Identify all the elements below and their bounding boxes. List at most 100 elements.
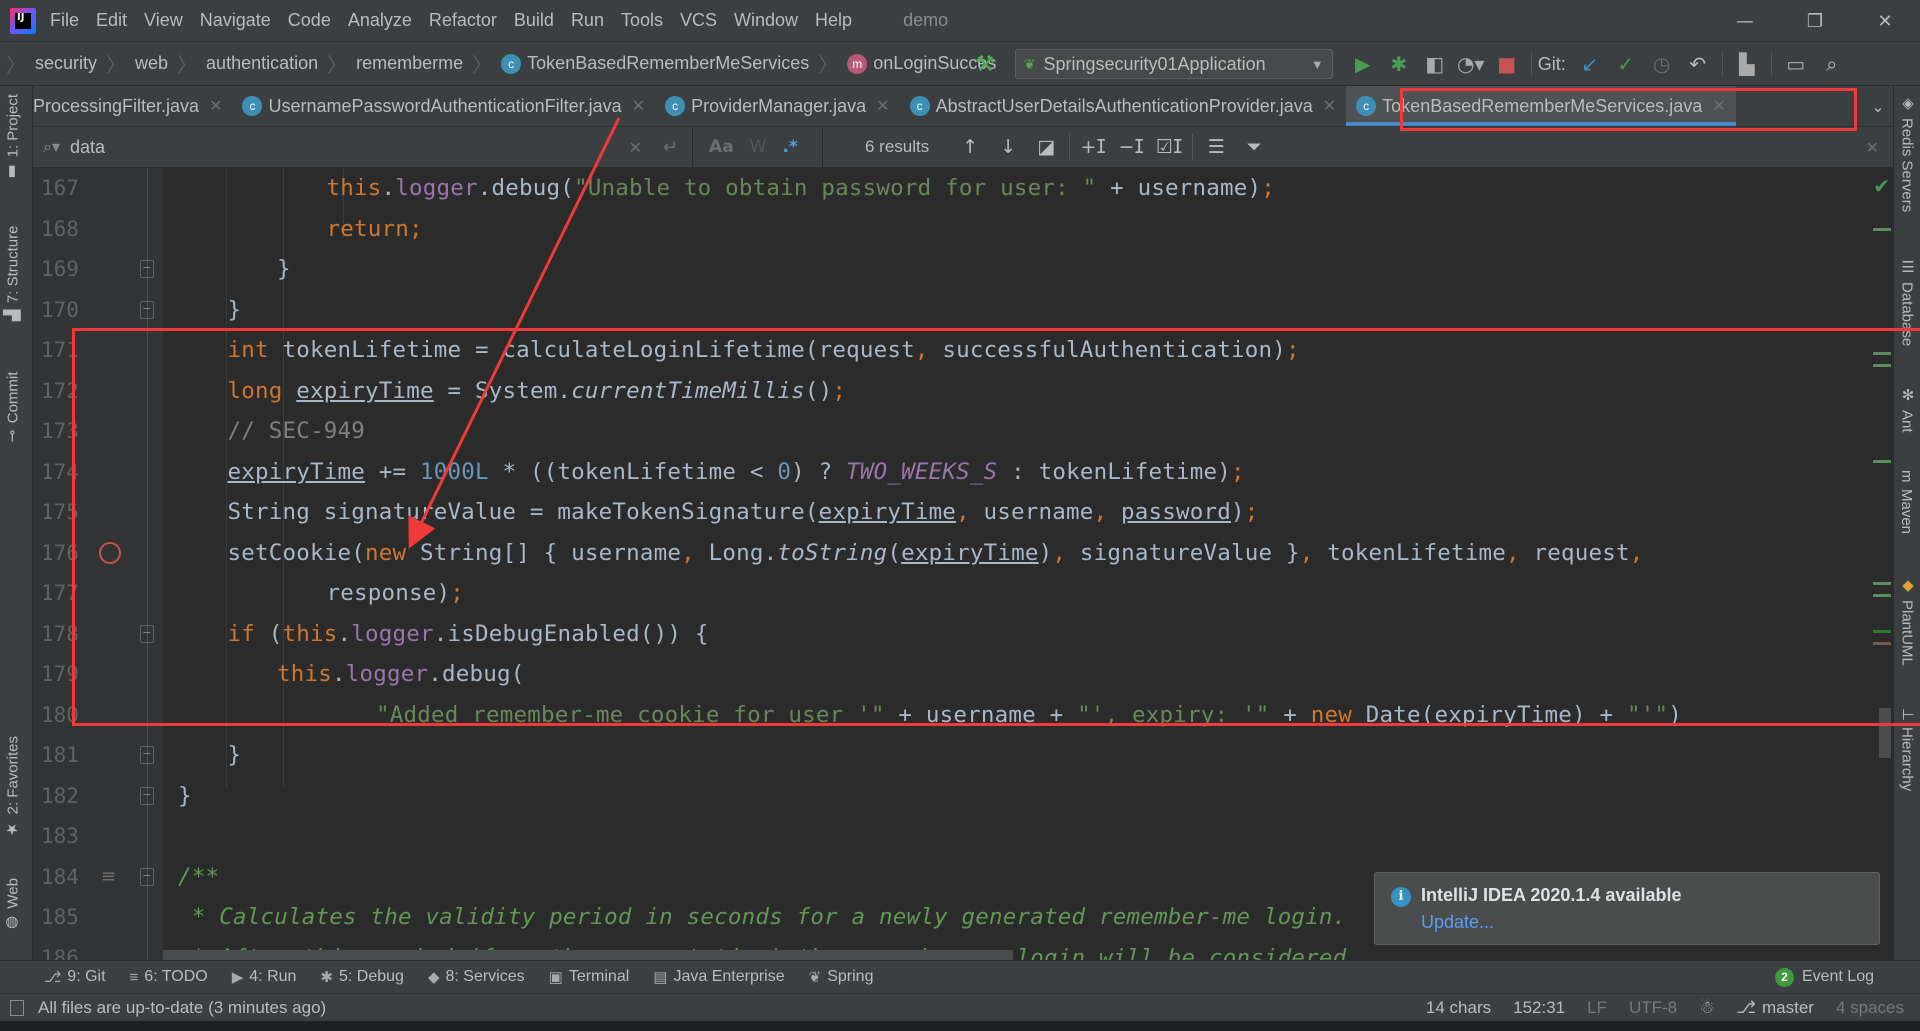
debug-icon[interactable]: ✱	[1381, 52, 1417, 76]
code-line[interactable]: 178 − if (this.logger.isDebugEnabled()) {	[33, 614, 1893, 655]
toggle-occurrence-icon[interactable]: ☑ⵊ	[1150, 136, 1188, 158]
search-everywhere-icon[interactable]: ⌕	[1814, 52, 1850, 76]
git-update-icon[interactable]: ↙	[1572, 52, 1608, 76]
editor-tab[interactable]: c TokenBasedRememberMeServices.java ✕	[1346, 86, 1736, 126]
code-editor[interactable]: 167 this.logger.debug("Unable to obtain p…	[33, 168, 1893, 960]
menu-code[interactable]: Code	[288, 10, 331, 31]
build-hammer-icon[interactable]: ⚒	[975, 52, 995, 77]
line-number[interactable]: 179	[41, 662, 81, 686]
tool-commit[interactable]: ⊸ Commit	[4, 372, 22, 442]
minimize-button[interactable]: —	[1710, 0, 1780, 42]
code-line[interactable]: 175 String signatureValue = makeTokenSign…	[33, 492, 1893, 533]
change-marker[interactable]	[1873, 594, 1891, 597]
line-number[interactable]: 174	[41, 460, 81, 484]
run-with-coverage-icon[interactable]: ◧	[1417, 52, 1453, 76]
breadcrumb-item[interactable]: rememberme	[356, 53, 463, 74]
breadcrumb-item[interactable]: authentication	[206, 53, 318, 74]
close-tab-icon[interactable]: ✕	[876, 96, 889, 116]
tool-structure[interactable]: ▟ 7: Structure	[4, 226, 22, 321]
menu-vcs[interactable]: VCS	[680, 10, 717, 31]
previous-occurrence-icon[interactable]: ↑	[951, 136, 989, 158]
tool-window-java-enterprise[interactable]: ▤ Java Enterprise	[653, 968, 784, 986]
tool-project[interactable]: ▮ 1: Project	[4, 94, 22, 181]
menu-view[interactable]: View	[144, 10, 183, 31]
stop-icon[interactable]: ■	[1489, 52, 1525, 76]
editor-tab[interactable]: c AbstractUserDetailsAuthenticationProvid…	[899, 86, 1347, 126]
fold-toggle-icon[interactable]: −	[140, 746, 154, 765]
line-number[interactable]: 167	[41, 176, 81, 200]
change-marker[interactable]	[1873, 582, 1891, 585]
close-tab-icon[interactable]: ✕	[1712, 96, 1725, 116]
line-number[interactable]: 180	[41, 703, 81, 727]
remove-occurrence-icon[interactable]: −ⵊ	[1112, 136, 1150, 158]
editor-tab[interactable]: c ProviderManager.java ✕	[655, 86, 900, 126]
code-line[interactable]: 167 this.logger.debug("Unable to obtain p…	[33, 168, 1893, 209]
line-number[interactable]: 184	[41, 865, 81, 889]
line-number[interactable]: 175	[41, 500, 81, 524]
code-line[interactable]: 174 expiryTime += 1000L * ((tokenLifetime…	[33, 452, 1893, 493]
close-find-icon[interactable]: ✕	[1866, 138, 1879, 157]
line-number[interactable]: 186	[41, 946, 81, 960]
breadcrumb-item[interactable]: web	[135, 53, 168, 74]
menu-refactor[interactable]: Refactor	[429, 10, 497, 31]
update-link[interactable]: Update...	[1421, 912, 1494, 933]
fold-toggle-icon[interactable]: −	[140, 624, 154, 643]
git-rollback-icon[interactable]: ↶	[1680, 52, 1716, 76]
change-marker[interactable]	[1873, 352, 1891, 355]
line-number[interactable]: 177	[41, 581, 81, 605]
close-button[interactable]: ✕	[1850, 0, 1920, 42]
restore-button[interactable]: ❐	[1780, 0, 1850, 42]
select-all-occurrences-icon[interactable]: ◪	[1027, 136, 1065, 158]
fold-toggle-icon[interactable]: −	[140, 786, 154, 805]
change-marker[interactable]	[1873, 630, 1891, 633]
close-tab-icon[interactable]: ✕	[1323, 96, 1336, 116]
fold-toggle-icon[interactable]: −	[140, 260, 154, 279]
tool-window-debug[interactable]: ✱ 5: Debug	[320, 968, 404, 986]
project-structure-icon[interactable]: ▙	[1729, 52, 1765, 76]
line-number[interactable]: 168	[41, 217, 81, 241]
line-number[interactable]: 171	[41, 338, 81, 362]
code-line[interactable]: 176 setCookie(new String[] { username, Lo…	[33, 533, 1893, 574]
git-history-icon[interactable]: ◷	[1644, 52, 1680, 76]
tool-window-services[interactable]: ◆ 8: Services	[428, 968, 525, 986]
line-number[interactable]: 173	[41, 419, 81, 443]
show-hidden-tabs-icon[interactable]: ⌄	[1863, 86, 1893, 127]
find-input[interactable]: ⌕▾ data ✕ ↵	[33, 126, 693, 168]
tool-web[interactable]: ◍ Web	[4, 878, 22, 933]
tool-database[interactable]: ☰ Database	[1898, 258, 1917, 346]
status-message[interactable]: All files are up-to-date (3 minutes ago)	[10, 998, 326, 1018]
words-toggle[interactable]: W	[750, 137, 767, 157]
tool-window-git[interactable]: ⎇ 9: Git	[44, 968, 106, 986]
menu-navigate[interactable]: Navigate	[200, 10, 271, 31]
change-marker[interactable]	[1873, 364, 1891, 367]
indent-setting[interactable]: 4 spaces	[1836, 998, 1904, 1018]
menu-file[interactable]: File	[50, 10, 79, 31]
regex-toggle[interactable]: .*	[782, 137, 797, 157]
editor-tab[interactable]: c UsernamePasswordAuthenticationFilter.ja…	[232, 86, 656, 126]
new-line-icon[interactable]: ↵	[663, 137, 678, 158]
git-commit-icon[interactable]: ✓	[1608, 52, 1644, 76]
add-occurrence-icon[interactable]: +ⵊ	[1074, 136, 1112, 158]
menu-analyze[interactable]: Analyze	[348, 10, 412, 31]
line-number[interactable]: 181	[41, 743, 81, 767]
code-line[interactable]: 171 int tokenLifetime = calculateLoginLif…	[33, 330, 1893, 371]
line-separator[interactable]: LF	[1587, 998, 1607, 1018]
change-marker[interactable]	[1873, 228, 1891, 231]
tool-window-spring[interactable]: ❦ Spring	[809, 968, 874, 986]
editor-tab[interactable]: ProcessingFilter.java ✕	[33, 86, 233, 126]
search-in-selection-icon[interactable]: ☰	[1197, 136, 1235, 158]
code-line[interactable]: 179 this.logger.debug(	[33, 654, 1893, 695]
clear-search-icon[interactable]: ✕	[629, 138, 642, 157]
breadcrumb-item[interactable]: security	[35, 53, 97, 74]
code-line[interactable]: 172 long expiryTime = System.currentTimeM…	[33, 371, 1893, 412]
code-line[interactable]: 170 −}	[33, 290, 1893, 331]
code-line[interactable]: 177 response);	[33, 573, 1893, 614]
filter-icon[interactable]: ⏷	[1235, 136, 1273, 158]
file-encoding[interactable]: UTF-8	[1629, 998, 1677, 1018]
profiler-icon[interactable]: ◔▾	[1453, 52, 1489, 76]
menu-build[interactable]: Build	[514, 10, 554, 31]
tool-window-run[interactable]: ▶ 4: Run	[232, 968, 297, 986]
event-log-button[interactable]: 2 Event Log	[1774, 967, 1874, 987]
tool-favorites[interactable]: ★ 2: Favorites	[4, 736, 22, 838]
run-icon[interactable]: ▶	[1345, 52, 1381, 76]
